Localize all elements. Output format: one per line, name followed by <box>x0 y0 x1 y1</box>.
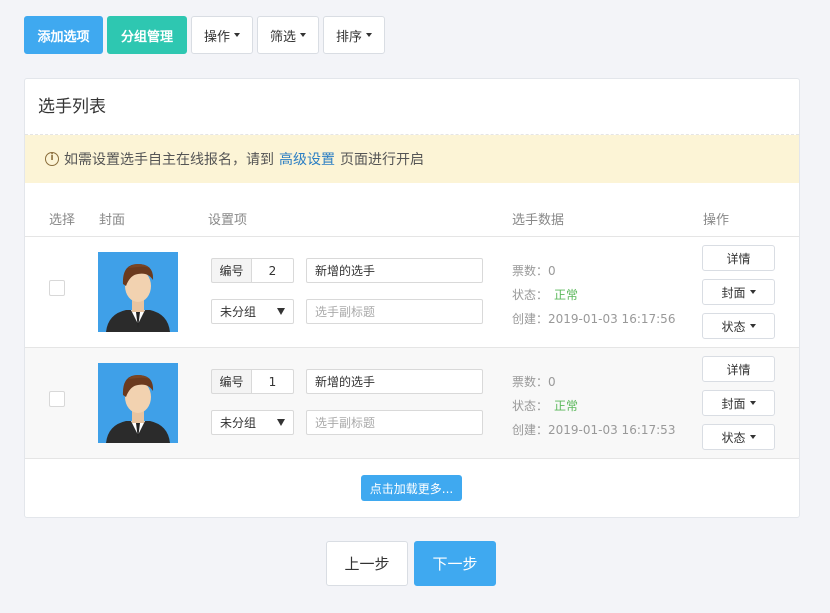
add-option-button[interactable]: 添加选项 <box>24 16 103 54</box>
cover-dropdown[interactable]: 封面 <box>702 279 775 305</box>
group-select[interactable]: 未分组 <box>211 299 294 324</box>
info-icon: i <box>45 152 59 166</box>
player-list-panel: 选手列表 i 如需设置选手自主在线报名，请到 高级设置 页面进行开启 选择 封面… <box>24 78 800 518</box>
panel-title: 选手列表 <box>25 79 799 135</box>
header-player-data: 选手数据 <box>512 213 565 228</box>
group-select-value: 未分组 <box>220 416 257 430</box>
row-checkbox[interactable] <box>49 280 65 296</box>
prev-step-button[interactable]: 上一步 <box>326 541 408 586</box>
group-select-value: 未分组 <box>220 305 257 319</box>
group-manage-label: 分组管理 <box>120 29 173 45</box>
caret-down-icon <box>300 33 307 37</box>
filter-dropdown[interactable]: 筛选 <box>257 16 320 54</box>
created-text: 创建：2019-01-03 16:17:56 <box>512 312 676 326</box>
player-cover-image[interactable] <box>98 252 178 332</box>
caret-down-icon <box>234 33 241 37</box>
detail-label: 详情 <box>726 362 751 377</box>
row-actions: 详情 封面 状态 <box>702 356 775 450</box>
caret-down-icon <box>749 435 756 439</box>
group-select[interactable]: 未分组 <box>211 410 294 435</box>
header-settings: 设置项 <box>208 213 248 228</box>
operate-dropdown[interactable]: 操作 <box>191 16 254 54</box>
cover-label: 封面 <box>721 396 746 411</box>
next-step-button[interactable]: 下一步 <box>414 541 496 586</box>
cover-label: 封面 <box>721 285 746 300</box>
number-input[interactable]: 1 <box>251 369 294 394</box>
avatar-icon <box>98 252 178 332</box>
player-cover-image[interactable] <box>98 363 178 443</box>
triangle-down-icon <box>277 419 285 426</box>
advanced-settings-link[interactable]: 高级设置 <box>279 149 335 169</box>
cover-dropdown[interactable]: 封面 <box>702 390 775 416</box>
toolbar: 添加选项 分组管理 操作 筛选 排序 <box>24 16 386 54</box>
row-actions: 详情 封面 状态 <box>702 245 775 339</box>
status-label: 状态： <box>512 288 549 302</box>
caret-down-icon <box>749 324 756 328</box>
notice-prefix: 如需设置选手自主在线报名，请到 <box>64 152 274 168</box>
header-select: 选择 <box>49 213 76 228</box>
header-cover: 封面 <box>99 213 126 228</box>
notice-banner: i 如需设置选手自主在线报名，请到 高级设置 页面进行开启 <box>25 135 799 183</box>
player-stats: 票数：0 状态： 正常 创建：2019-01-03 16:17:56 <box>512 259 675 331</box>
subtitle-input[interactable]: 选手副标题 <box>306 299 483 324</box>
sort-label: 排序 <box>336 29 363 45</box>
votes-text: 票数：0 <box>512 264 556 278</box>
filter-label: 筛选 <box>270 29 297 45</box>
subtitle-input[interactable]: 选手副标题 <box>306 410 483 435</box>
detail-button[interactable]: 详情 <box>702 356 775 382</box>
caret-down-icon <box>366 33 373 37</box>
load-more-button[interactable]: 点击加载更多... <box>361 475 462 501</box>
row-checkbox[interactable] <box>49 391 65 407</box>
state-label: 状态 <box>721 430 746 445</box>
status-label: 状态： <box>512 399 549 413</box>
number-field: 编号 1 <box>211 369 294 394</box>
triangle-down-icon <box>277 308 285 315</box>
number-field: 编号 2 <box>211 258 294 283</box>
table-row: 编号 2 新增的选手 未分组 选手副标题 票数：0 状态： 正常 创建：2019-… <box>25 237 799 348</box>
detail-button[interactable]: 详情 <box>702 245 775 271</box>
status-badge: 正常 <box>554 399 579 413</box>
sort-dropdown[interactable]: 排序 <box>323 16 386 54</box>
notice-suffix: 页面进行开启 <box>340 152 424 168</box>
caret-down-icon <box>749 401 756 405</box>
step-pager: 上一步 下一步 <box>326 541 496 586</box>
detail-label: 详情 <box>726 251 751 266</box>
add-option-label: 添加选项 <box>37 29 90 45</box>
player-name-input[interactable]: 新增的选手 <box>306 258 483 283</box>
player-stats: 票数：0 状态： 正常 创建：2019-01-03 16:17:53 <box>512 370 675 442</box>
number-label: 编号 <box>211 258 251 283</box>
operate-label: 操作 <box>204 29 231 45</box>
votes-text: 票数：0 <box>512 375 556 389</box>
created-text: 创建：2019-01-03 16:17:53 <box>512 423 676 437</box>
status-line: 状态： 正常 <box>512 394 675 418</box>
header-ops: 操作 <box>703 213 730 228</box>
caret-down-icon <box>749 290 756 294</box>
status-badge: 正常 <box>554 288 579 302</box>
state-label: 状态 <box>721 319 746 334</box>
player-name-input[interactable]: 新增的选手 <box>306 369 483 394</box>
state-dropdown[interactable]: 状态 <box>702 424 775 450</box>
status-line: 状态： 正常 <box>512 283 675 307</box>
avatar-icon <box>98 363 178 443</box>
number-label: 编号 <box>211 369 251 394</box>
table-header: 选择 封面 设置项 选手数据 操作 <box>25 205 799 237</box>
group-manage-button[interactable]: 分组管理 <box>107 16 187 54</box>
table-row: 编号 1 新增的选手 未分组 选手副标题 票数：0 状态： 正常 创建：2019-… <box>25 348 799 459</box>
state-dropdown[interactable]: 状态 <box>702 313 775 339</box>
number-input[interactable]: 2 <box>251 258 294 283</box>
